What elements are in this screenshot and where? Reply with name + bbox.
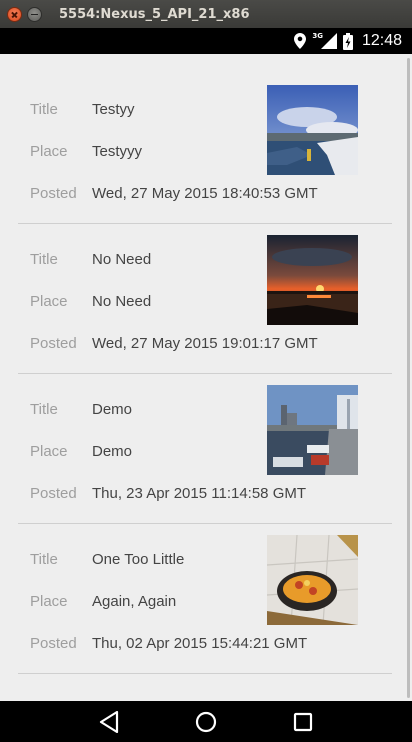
item-place: Testyyy [92, 143, 143, 160]
list-item[interactable] [18, 674, 392, 701]
item-place: No Need [92, 293, 152, 310]
scrollbar[interactable] [407, 58, 410, 698]
title-label: Title [30, 251, 58, 268]
item-title: Demo [92, 401, 133, 418]
place-label: Place [30, 443, 68, 460]
list-item[interactable]: Title One Too Little Place Again, Again Po… [18, 524, 392, 674]
item-title: No Need [92, 251, 152, 268]
status-clock: 12:48 [361, 32, 402, 49]
title-label: Title [30, 551, 58, 568]
river-city-photo[interactable] [267, 385, 358, 475]
network-type: 3G [312, 32, 323, 40]
item-posted: Thu, 02 Apr 2015 15:44:21 GMT [92, 635, 308, 652]
title-label: Title [30, 101, 58, 118]
item-title: Testyy [92, 101, 135, 118]
back-icon[interactable] [89, 702, 129, 742]
list-item[interactable]: Title Demo Place Demo Posted Thu, 23 Apr 20… [18, 374, 392, 524]
signal-icon: 3G [312, 32, 337, 49]
place-label: Place [30, 593, 68, 610]
place-label: Place [30, 143, 68, 160]
home-icon[interactable] [186, 702, 226, 742]
navigation-bar [0, 701, 412, 742]
item-place: Demo [92, 443, 133, 460]
posted-label: Posted [30, 635, 77, 652]
recents-icon[interactable] [283, 702, 323, 742]
sunset-photo[interactable] [267, 235, 358, 325]
place-label: Place [30, 293, 68, 310]
item-posted: Wed, 27 May 2015 19:01:17 GMT [92, 335, 318, 352]
food-plate-photo[interactable] [267, 535, 358, 625]
item-posted: Wed, 27 May 2015 18:40:53 GMT [92, 185, 318, 202]
location-icon [294, 33, 307, 49]
emulator-title-bar: 5554:Nexus_5_API_21_x86 [0, 0, 412, 28]
posted-label: Posted [30, 485, 77, 502]
posted-label: Posted [30, 185, 77, 202]
window-close-button[interactable] [7, 6, 22, 22]
list-item[interactable]: Title No Need Place No Need Posted Wed, 27 … [18, 224, 392, 374]
list-item[interactable]: Title Testyy Place Testyyy Posted Wed, 27 M… [18, 74, 392, 224]
status-bar: 3G 12:48 [0, 28, 412, 54]
battery-icon [342, 32, 353, 50]
item-title: One Too Little [92, 551, 185, 568]
item-posted: Thu, 23 Apr 2015 11:14:58 GMT [92, 485, 307, 502]
post-list[interactable]: Title Testyy Place Testyyy Posted Wed, 27 M… [0, 54, 412, 701]
window-minimize-button[interactable] [27, 6, 42, 22]
posted-label: Posted [30, 335, 77, 352]
harbor-photo[interactable] [267, 85, 358, 175]
window-title: 5554:Nexus_5_API_21_x86 [59, 6, 250, 22]
title-label: Title [30, 401, 58, 418]
item-place: Again, Again [92, 593, 177, 610]
